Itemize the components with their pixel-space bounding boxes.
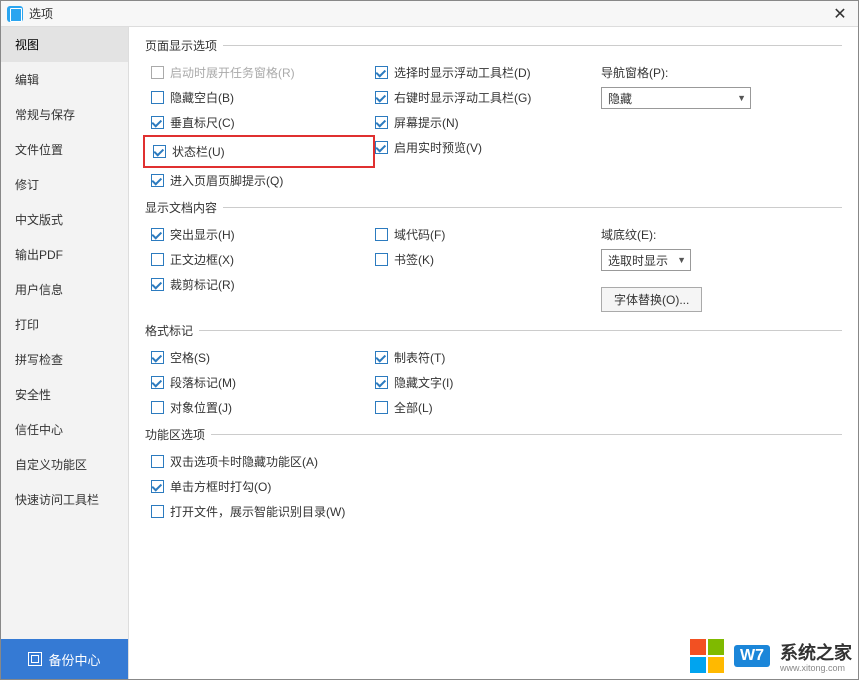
checkbox-icon [375,228,388,241]
sidebar-item-general-save[interactable]: 常规与保存 [1,97,128,132]
sidebar-item-trust-center[interactable]: 信任中心 [1,412,128,447]
highlight-status-bar: 状态栏(U) [143,135,375,168]
group-format-marks: 格式标记 空格(S) 段落标记(M) 对象位置(J) [145,322,842,416]
group-page-display-legend: 页面显示选项 [145,37,223,54]
backup-label: 备份中心 [48,650,100,669]
chk-vertical-ruler[interactable]: 垂直标尺(C) [151,114,375,131]
backup-icon [28,652,42,666]
app-logo [7,6,23,22]
window-title: 选项 [29,5,53,22]
chk-text-boundary[interactable]: 正文边框(X) [151,251,375,268]
field-shading-value: 选取时显示 [608,252,668,269]
checkbox-icon [375,116,388,129]
field-shading-select[interactable]: 选取时显示 ▼ [601,249,691,271]
font-substitute-button[interactable]: 字体替换(O)... [601,287,702,312]
group-doc-content-legend: 显示文档内容 [145,199,223,216]
chk-single-click-check[interactable]: 单击方框时打勾(O) [151,478,842,495]
sidebar-item-revision[interactable]: 修订 [1,167,128,202]
checkbox-icon [151,228,164,241]
chevron-down-icon: ▼ [737,93,746,103]
nav-pane-select[interactable]: 隐藏 ▼ [601,87,751,109]
checkbox-icon [151,174,164,187]
checkbox-icon [151,66,164,79]
chk-hide-blank[interactable]: 隐藏空白(B) [151,89,375,106]
chk-live-preview[interactable]: 启用实时预览(V) [375,139,595,156]
checkbox-icon [151,376,164,389]
group-ribbon-options-legend: 功能区选项 [145,426,211,443]
chk-hidden-text[interactable]: 隐藏文字(I) [375,374,595,391]
nav-pane-value: 隐藏 [608,90,632,107]
chk-expand-task-pane: 启动时展开任务窗格(R) [151,64,375,81]
checkbox-icon [151,253,164,266]
checkbox-icon [151,455,164,468]
chk-crop-marks[interactable]: 裁剪标记(R) [151,276,375,293]
chk-field-codes[interactable]: 域代码(F) [375,226,595,243]
chk-screen-tip[interactable]: 屏幕提示(N) [375,114,595,131]
checkbox-icon [375,253,388,266]
nav-pane-label: 导航窗格(P): [601,64,842,81]
checkbox-icon [375,351,388,364]
checkbox-icon [151,351,164,364]
chk-status-bar[interactable]: 状态栏(U) [153,143,225,160]
checkbox-icon [151,278,164,291]
sidebar-item-view[interactable]: 视图 [1,27,128,62]
sidebar-item-security[interactable]: 安全性 [1,377,128,412]
checkbox-icon [151,116,164,129]
sidebar-item-edit[interactable]: 编辑 [1,62,128,97]
sidebar-item-quick-access[interactable]: 快速访问工具栏 [1,482,128,517]
checkbox-icon [153,145,166,158]
chk-para-marks[interactable]: 段落标记(M) [151,374,375,391]
field-shading-label: 域底纹(E): [601,226,842,243]
chk-float-toolbar-right[interactable]: 右键时显示浮动工具栏(G) [375,89,595,106]
sidebar-item-output-pdf[interactable]: 输出PDF [1,237,128,272]
group-doc-content: 显示文档内容 突出显示(H) 正文边框(X) 裁剪标记( [145,199,842,312]
sidebar-item-user-info[interactable]: 用户信息 [1,272,128,307]
checkbox-icon [151,505,164,518]
chk-float-toolbar-select[interactable]: 选择时显示浮动工具栏(D) [375,64,595,81]
sidebar-item-custom-ribbon[interactable]: 自定义功能区 [1,447,128,482]
checkbox-icon [151,480,164,493]
checkbox-icon [375,401,388,414]
sidebar: 视图 编辑 常规与保存 文件位置 修订 中文版式 输出PDF 用户信息 打印 拼… [1,27,129,679]
sidebar-item-print[interactable]: 打印 [1,307,128,342]
chevron-down-icon: ▼ [677,255,686,265]
sidebar-item-chinese-layout[interactable]: 中文版式 [1,202,128,237]
chk-tab-chars[interactable]: 制表符(T) [375,349,595,366]
chk-object-anchors[interactable]: 对象位置(J) [151,399,375,416]
chk-bookmarks[interactable]: 书签(K) [375,251,595,268]
chk-open-file-smart-dir[interactable]: 打开文件，展示智能识别目录(W) [151,503,842,520]
checkbox-icon [375,141,388,154]
sidebar-item-file-location[interactable]: 文件位置 [1,132,128,167]
backup-center-button[interactable]: 备份中心 [1,639,128,679]
checkbox-icon [151,91,164,104]
checkbox-icon [375,376,388,389]
chk-highlight[interactable]: 突出显示(H) [151,226,375,243]
sidebar-item-spellcheck[interactable]: 拼写检查 [1,342,128,377]
chk-dblclick-hide-ribbon[interactable]: 双击选项卡时隐藏功能区(A) [151,453,842,470]
checkbox-icon [375,66,388,79]
chk-spaces[interactable]: 空格(S) [151,349,375,366]
checkbox-icon [151,401,164,414]
group-page-display: 页面显示选项 启动时展开任务窗格(R) 隐藏空白(B) [145,37,842,189]
group-format-marks-legend: 格式标记 [145,322,199,339]
close-icon[interactable]: ✕ [828,2,852,26]
group-ribbon-options: 功能区选项 双击选项卡时隐藏功能区(A) 单击方框时打勾(O) 打开文件，展示智… [145,426,842,520]
checkbox-icon [375,91,388,104]
chk-enter-header-footer[interactable]: 进入页眉页脚提示(Q) [151,172,375,189]
chk-all[interactable]: 全部(L) [375,399,595,416]
